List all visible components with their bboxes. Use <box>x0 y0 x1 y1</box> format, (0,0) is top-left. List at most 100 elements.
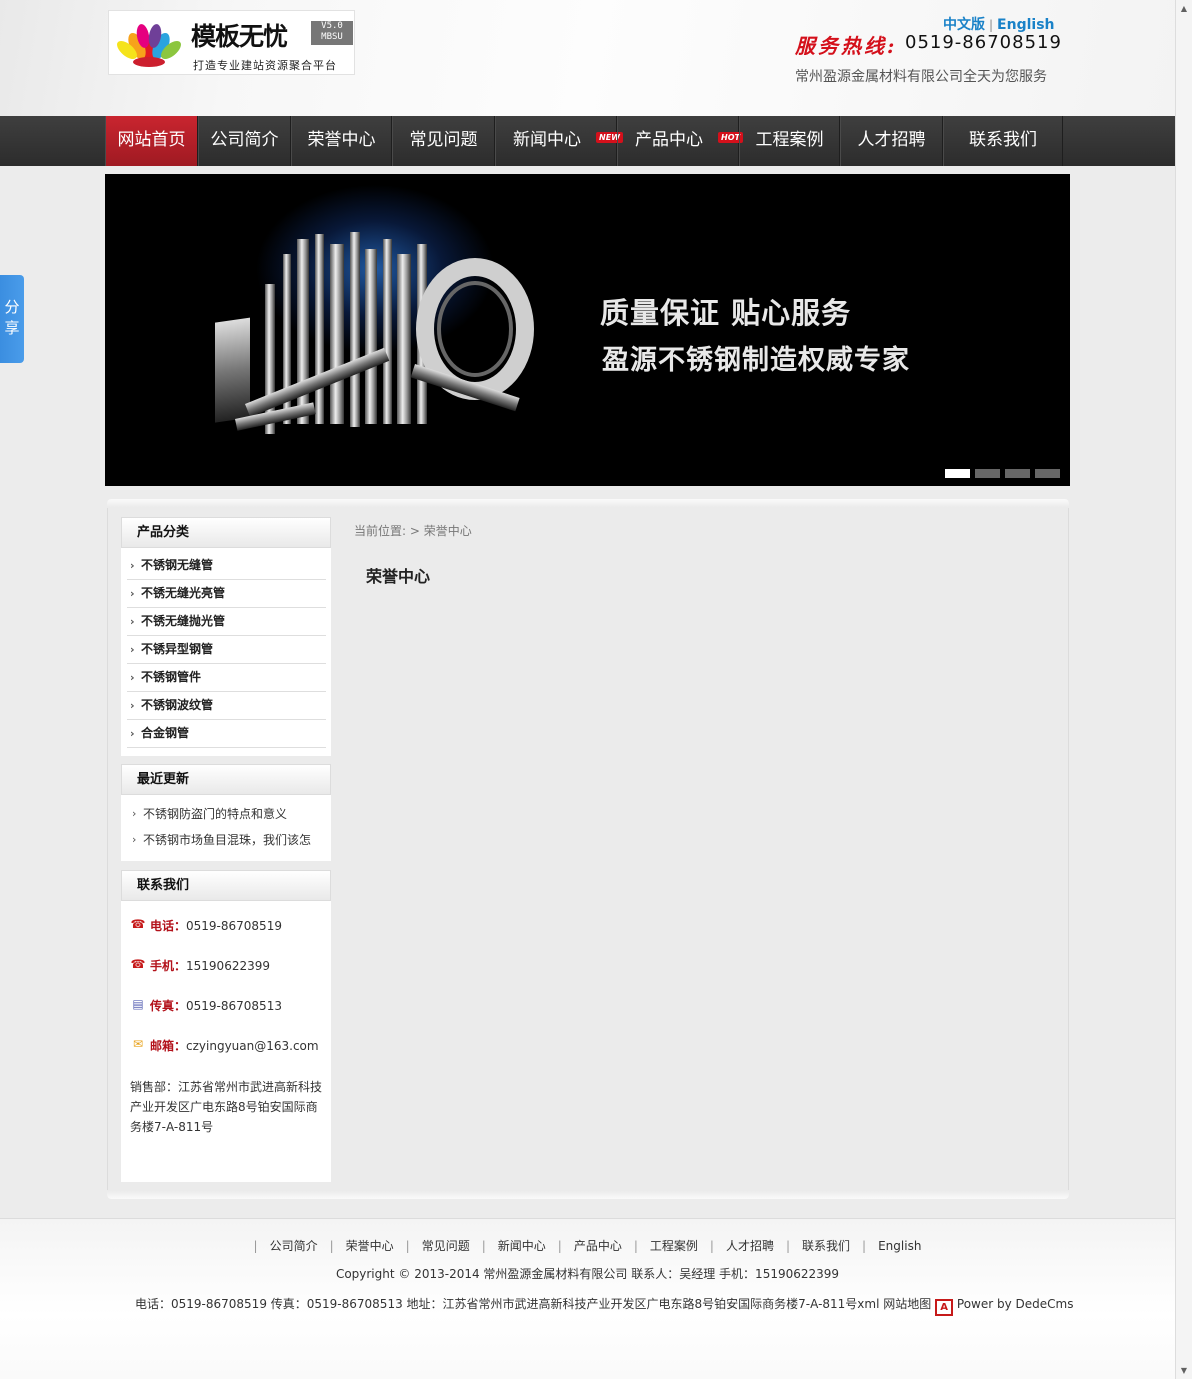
footer-link-english[interactable]: English <box>878 1239 921 1253</box>
nav-item-jobs[interactable]: 人才招聘 <box>840 116 943 166</box>
language-switcher: 中文版 | English <box>943 14 1055 34</box>
hotline-number: 0519-86708519 <box>905 32 1062 53</box>
contact-fax: ▤ 传真：0519-86708513 <box>130 997 323 1037</box>
email-value[interactable]: czyingyuan@163.com <box>186 1039 319 1053</box>
contact-panel: 联系我们 ☎ 电话：0519-86708519 ☎ 手机：15190622399… <box>121 870 331 1182</box>
footer-link-faq[interactable]: 常见问题 <box>422 1239 470 1253</box>
lang-separator: | <box>989 18 994 32</box>
contact-details: ☎ 电话：0519-86708519 ☎ 手机：15190622399 ▤ 传真… <box>121 901 331 1181</box>
banner-pager <box>940 467 1060 481</box>
email-label: 邮箱： <box>150 1039 187 1053</box>
footer-separator: | <box>405 1239 410 1253</box>
footer-separator: | <box>329 1239 334 1253</box>
category-item[interactable]: 不锈无缝光亮管 <box>127 580 326 608</box>
fax-label: 传真： <box>150 999 187 1013</box>
footer-separator: | <box>633 1239 638 1253</box>
nav-item-about[interactable]: 公司简介 <box>198 116 291 166</box>
banner-dot-3[interactable] <box>1005 469 1030 478</box>
nav-item-news[interactable]: 新闻中心 NEW <box>495 116 623 166</box>
footer-separator: | <box>862 1239 867 1253</box>
contact-address: 销售部：江苏省常州市武进高新科技产业开发区广电东路8号铂安国际商务楼7-A-81… <box>130 1080 323 1134</box>
category-item[interactable]: 不锈异型钢管 <box>127 636 326 664</box>
contact-mobile: ☎ 手机：15190622399 <box>130 957 323 997</box>
mobile-label: 手机： <box>150 959 187 973</box>
logo-subtitle: 打造专业建站资源聚合平台 <box>193 59 337 72</box>
content-bottom-edge <box>107 1190 1069 1199</box>
peacock-logo-icon <box>117 24 181 67</box>
nav-item-products[interactable]: 产品中心 HOT <box>617 116 743 166</box>
phone-label: 电话： <box>150 919 187 933</box>
logo-version: V5.0 MBSU <box>311 21 353 45</box>
category-item[interactable]: 合金钢管 <box>127 720 326 748</box>
footer-separator: | <box>253 1239 258 1253</box>
nav-item-contact[interactable]: 联系我们 <box>943 116 1063 166</box>
footer-info: 电话：0519-86708519 传真：0519-86708513 地址：江苏省… <box>135 1295 1073 1316</box>
mobile-value: 15190622399 <box>186 959 270 973</box>
steel-pipes-illustration <box>215 232 534 434</box>
vertical-scrollbar[interactable]: ▲ ▼ <box>1175 0 1192 1379</box>
category-item[interactable]: 不锈钢波纹管 <box>127 692 326 720</box>
content-top-edge <box>107 499 1069 508</box>
footer-separator: | <box>557 1239 562 1253</box>
category-item[interactable]: 不锈钢无缝管 <box>127 552 326 580</box>
footer-link-cases[interactable]: 工程案例 <box>650 1239 698 1253</box>
site-header: 模板无忧 V5.0 MBSU 打造专业建站资源聚合平台 中文版 | English … <box>0 0 1175 116</box>
nav-item-faq[interactable]: 常见问题 <box>392 116 495 166</box>
banner-dot-2[interactable] <box>975 469 1000 478</box>
footer-separator: | <box>709 1239 714 1253</box>
footer-link-about[interactable]: 公司简介 <box>270 1239 318 1253</box>
mobile-phone-icon: ☎ <box>130 957 146 971</box>
nav-item-products-label: 产品中心 <box>635 130 703 150</box>
nav-item-cases[interactable]: 工程案例 <box>739 116 840 166</box>
page-title: 荣誉中心 <box>366 567 431 586</box>
site-footer: | 公司简介 | 荣誉中心 | 常见问题 | 新闻中心 | 产品中心 | 工程案例 | 人才招聘 | 联系我们… <box>0 1218 1175 1379</box>
category-panel: 产品分类 不锈钢无缝管 不锈无缝光亮管 不锈无缝抛光管 不锈异型钢管 不锈钢管件… <box>121 517 331 756</box>
recent-item[interactable]: 不锈钢市场鱼目混珠，我们该怎 <box>129 827 325 853</box>
footer-nav: | 公司简介 | 荣誉中心 | 常见问题 | 新闻中心 | 产品中心 | 工程案例 | 人才招聘 | 联系我们… <box>0 1237 1175 1254</box>
footer-link-products[interactable]: 产品中心 <box>574 1239 622 1253</box>
lang-chinese-link[interactable]: 中文版 <box>943 17 985 33</box>
banner-dot-1[interactable] <box>945 469 970 478</box>
pdf-icon[interactable]: A <box>935 1299 954 1316</box>
phone-value: 0519-86708519 <box>186 919 282 933</box>
footer-separator: | <box>481 1239 486 1253</box>
hero-banner[interactable]: 质量保证 贴心服务 盈源不锈钢制造权威专家 <box>105 174 1070 486</box>
power-by[interactable]: Power by DedeCms <box>957 1297 1074 1311</box>
contact-phone: ☎ 电话：0519-86708519 <box>130 917 323 957</box>
nav-item-honor[interactable]: 荣誉中心 <box>291 116 392 166</box>
hotline-label: 服务热线: <box>795 34 898 58</box>
nav-item-home[interactable]: 网站首页 <box>105 116 198 166</box>
recent-panel-title: 最近更新 <box>121 764 331 795</box>
share-tab[interactable]: 分享 <box>0 275 24 363</box>
recent-list: 不锈钢防盗门的特点和意义 不锈钢市场鱼目混珠，我们该怎 <box>121 795 331 859</box>
service-slogan: 常州盈源金属材料有限公司全天为您服务 <box>795 69 1047 85</box>
footer-link-contact[interactable]: 联系我们 <box>802 1239 850 1253</box>
nav-item-news-label: 新闻中心 <box>513 130 581 150</box>
scroll-down-arrow-icon[interactable]: ▼ <box>1176 1362 1192 1379</box>
banner-headline: 质量保证 贴心服务 <box>600 296 852 330</box>
recent-panel: 最近更新 不锈钢防盗门的特点和意义 不锈钢市场鱼目混珠，我们该怎 <box>121 764 331 861</box>
recent-item[interactable]: 不锈钢防盗门的特点和意义 <box>129 801 325 827</box>
category-item[interactable]: 不锈钢管件 <box>127 664 326 692</box>
banner-subheadline: 盈源不锈钢制造权威专家 <box>602 345 910 376</box>
footer-separator: | <box>785 1239 791 1253</box>
main-nav: 网站首页 公司简介 荣誉中心 常见问题 新闻中心 NEW 产品中心 HOT 工程… <box>0 116 1175 166</box>
scroll-up-arrow-icon[interactable]: ▲ <box>1176 0 1192 17</box>
footer-link-news[interactable]: 新闻中心 <box>498 1239 546 1253</box>
contact-panel-title: 联系我们 <box>121 870 331 901</box>
copyright: Copyright © 2013-2014 常州盈源金属材料有限公司 联系人：吴… <box>335 1267 840 1281</box>
category-item[interactable]: 不锈无缝抛光管 <box>127 608 326 636</box>
category-panel-title: 产品分类 <box>121 517 331 548</box>
lang-english-link[interactable]: English <box>997 17 1054 33</box>
breadcrumb: 当前位置: > 荣誉中心 <box>354 524 472 538</box>
phone-icon: ☎ <box>130 917 146 931</box>
banner-dot-4[interactable] <box>1035 469 1060 478</box>
logo-title: 模板无忧 <box>191 22 288 51</box>
footer-link-honor[interactable]: 荣誉中心 <box>346 1239 394 1253</box>
fax-icon: ▤ <box>132 997 144 1011</box>
contact-email: ✉ 邮箱：czyingyuan@163.com <box>130 1037 323 1073</box>
footer-link-jobs[interactable]: 人才招聘 <box>726 1239 774 1253</box>
envelope-icon: ✉ <box>132 1037 144 1051</box>
footer-contact-info: 电话：0519-86708519 传真：0519-86708513 地址：江苏省… <box>135 1297 932 1311</box>
site-logo[interactable]: 模板无忧 V5.0 MBSU 打造专业建站资源聚合平台 <box>108 10 355 75</box>
